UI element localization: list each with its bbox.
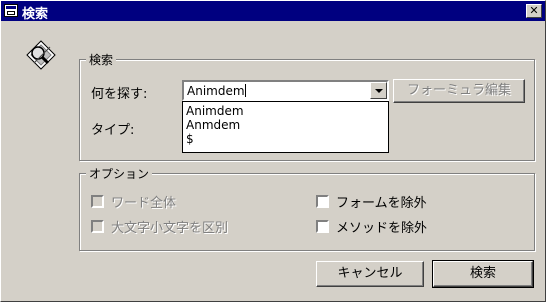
- whole-word-checkbox[interactable]: [91, 195, 104, 208]
- history-item[interactable]: Anmdem: [186, 118, 388, 132]
- find-label: 何を探す:: [91, 87, 148, 102]
- exclude-methods-checkbox[interactable]: [316, 220, 329, 233]
- type-label: タイプ:: [91, 123, 135, 138]
- find-input[interactable]: Animdem: [187, 84, 246, 98]
- match-case-checkbox[interactable]: [91, 220, 104, 233]
- find-history-list[interactable]: Animdem Anmdem $: [182, 101, 389, 153]
- history-item[interactable]: Animdem: [186, 104, 388, 118]
- window-title: 検索: [22, 7, 49, 22]
- whole-word-label: ワード全体: [111, 196, 177, 211]
- search-group-legend: 検索: [86, 51, 117, 68]
- history-item[interactable]: $: [186, 132, 388, 146]
- search-magnifier-icon: [26, 40, 56, 70]
- exclude-forms-checkbox[interactable]: [316, 195, 329, 208]
- match-case-label: 大文字小文字を区別: [111, 221, 229, 236]
- title-bar[interactable]: 検索 ✕: [1, 1, 545, 22]
- options-group: オプション: [79, 165, 535, 251]
- search-button[interactable]: 検索: [432, 260, 534, 288]
- window-icon: [4, 4, 18, 17]
- find-combo[interactable]: Animdem: [182, 80, 389, 101]
- dropdown-arrow-button[interactable]: [370, 82, 387, 99]
- exclude-forms-label: フォームを除外: [336, 196, 427, 211]
- exclude-methods-label: メソッドを除外: [336, 221, 428, 236]
- options-group-legend: オプション: [86, 165, 153, 182]
- formula-edit-button[interactable]: フォーミュラ編集: [393, 79, 525, 103]
- text-caret: [244, 84, 246, 97]
- close-button[interactable]: ✕: [526, 4, 542, 18]
- search-dialog: 検索 ✕ 検索 何を探す: Animdem Animdem Anmdem $ タ…: [0, 0, 546, 302]
- cancel-button[interactable]: キャンセル: [316, 261, 424, 287]
